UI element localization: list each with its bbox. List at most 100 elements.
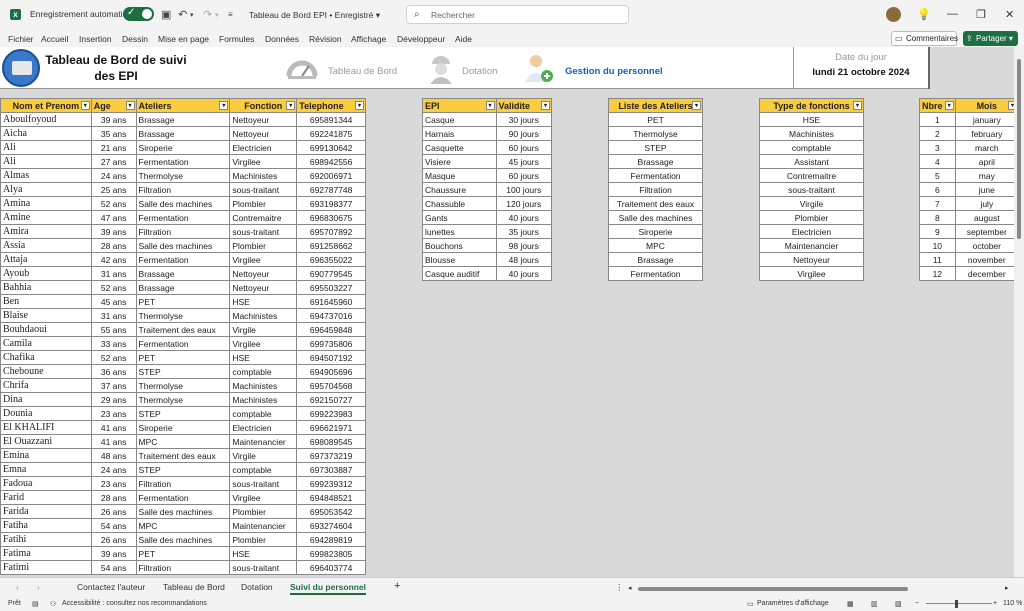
menu-formules[interactable]: Formules <box>219 34 254 44</box>
atelier-cell[interactable]: Traitement des eaux <box>135 448 231 463</box>
atelier-list-cell[interactable]: MPC <box>608 238 703 253</box>
scroll-tabs-left-icon[interactable]: ‹ <box>16 582 19 592</box>
fonction-list-cell[interactable]: Electricien <box>759 224 864 239</box>
name-cell[interactable]: Chrifa <box>0 378 92 393</box>
save-icon[interactable]: ▣ <box>161 8 171 21</box>
atelier-cell[interactable]: Siroperie <box>135 140 231 155</box>
name-cell[interactable]: Fatimi <box>0 560 92 575</box>
epi-cell[interactable]: Harnais <box>422 126 497 141</box>
telephone-cell[interactable]: 697303887 <box>296 462 366 477</box>
name-cell[interactable]: Dounia <box>0 406 92 421</box>
atelier-cell[interactable]: Thermolyse <box>135 308 231 323</box>
zoom-in-icon[interactable]: + <box>993 600 997 607</box>
month-name-cell[interactable]: march <box>954 140 1014 155</box>
atelier-list-cell[interactable]: STEP <box>608 140 703 155</box>
month-number-cell[interactable]: 9 <box>919 224 956 239</box>
epi-cell[interactable]: Chaussure <box>422 182 497 197</box>
age-cell[interactable]: 33 ans <box>90 336 137 351</box>
atelier-cell[interactable]: Salle des machines <box>135 532 231 547</box>
month-name-cell[interactable]: june <box>954 182 1014 197</box>
fonction-cell[interactable]: Electricien <box>229 140 298 155</box>
atelier-cell[interactable]: Traitement des eaux <box>135 322 231 337</box>
atelier-list-cell[interactable]: Fermentation <box>608 168 703 183</box>
atelier-cell[interactable]: Thermolyse <box>135 392 231 407</box>
comments-button[interactable]: ▭ Commentaires <box>891 31 958 46</box>
accessibility-status[interactable]: Accessibilité : consultez nos recommanda… <box>62 600 207 607</box>
validite-cell[interactable]: 40 jours <box>495 266 553 281</box>
telephone-cell[interactable]: 699239312 <box>296 476 366 491</box>
month-number-cell[interactable]: 10 <box>919 238 956 253</box>
fonction-cell[interactable]: Plombier <box>229 504 298 519</box>
name-cell[interactable]: Fatihi <box>0 532 92 547</box>
name-cell[interactable]: Attaja <box>0 252 92 267</box>
undo-icon[interactable]: ↶ <box>178 8 187 21</box>
epi-cell[interactable]: Chassuble <box>422 196 497 211</box>
tab-tableau-de-bord[interactable]: Tableau de Bord <box>163 582 225 592</box>
fonction-list-cell[interactable]: Machinistes <box>759 126 864 141</box>
page-break-view-icon[interactable]: ▧ <box>895 600 902 608</box>
maximize-icon[interactable]: ❐ <box>976 8 986 21</box>
filter-dropdown-icon[interactable]: ▾ <box>125 101 135 110</box>
name-cell[interactable]: Assia <box>0 238 92 253</box>
atelier-list-cell[interactable]: Fermentation <box>608 266 703 281</box>
fonction-cell[interactable]: Virgilee <box>229 490 298 505</box>
zoom-out-icon[interactable]: − <box>915 600 919 607</box>
validite-cell[interactable]: 90 jours <box>495 126 553 141</box>
month-name-cell[interactable]: december <box>954 266 1014 281</box>
age-cell[interactable]: 24 ans <box>90 168 137 183</box>
fonction-cell[interactable]: comptable <box>229 406 298 421</box>
telephone-cell[interactable]: 696355022 <box>296 252 366 267</box>
age-cell[interactable]: 36 ans <box>90 364 137 379</box>
scroll-tabs-right-icon[interactable]: › <box>37 582 40 592</box>
telephone-cell[interactable]: 698942556 <box>296 154 366 169</box>
atelier-cell[interactable]: Thermolyse <box>135 168 231 183</box>
worksheet[interactable]: Tableau de Bord de suivi des EPI Tableau… <box>0 47 1014 577</box>
add-person-icon[interactable] <box>522 52 556 84</box>
add-sheet-icon[interactable]: + <box>394 580 400 592</box>
age-cell[interactable]: 52 ans <box>90 350 137 365</box>
fonction-cell[interactable]: Virgilee <box>229 336 298 351</box>
atelier-list-cell[interactable]: Brassage <box>608 252 703 267</box>
vertical-scrollbar[interactable] <box>1014 47 1024 577</box>
age-cell[interactable]: 26 ans <box>90 532 137 547</box>
menu-mise-en-page[interactable]: Mise en page <box>158 34 209 44</box>
epi-cell[interactable]: Gants <box>422 210 497 225</box>
fonction-cell[interactable]: HSE <box>229 546 298 561</box>
telephone-cell[interactable]: 691645960 <box>296 294 366 309</box>
telephone-cell[interactable]: 696459848 <box>296 322 366 337</box>
name-cell[interactable]: Camila <box>0 336 92 351</box>
age-cell[interactable]: 26 ans <box>90 504 137 519</box>
validite-cell[interactable]: 45 jours <box>495 154 553 169</box>
name-cell[interactable]: Fatima <box>0 546 92 561</box>
customize-toolbar-icon[interactable]: ≡ <box>228 10 233 19</box>
telephone-cell[interactable]: 693198377 <box>296 196 366 211</box>
telephone-cell[interactable]: 699223983 <box>296 406 366 421</box>
age-cell[interactable]: 31 ans <box>90 308 137 323</box>
month-name-cell[interactable]: september <box>954 224 1014 239</box>
atelier-list-cell[interactable]: Traitement des eaux <box>608 196 703 211</box>
name-cell[interactable]: Blaise <box>0 308 92 323</box>
telephone-cell[interactable]: 699130642 <box>296 140 366 155</box>
age-cell[interactable]: 41 ans <box>90 434 137 449</box>
fonction-cell[interactable]: Nettoyeur <box>229 126 298 141</box>
name-cell[interactable]: Farid <box>0 490 92 505</box>
month-name-cell[interactable]: april <box>954 154 1014 169</box>
tab-contactez-l-auteur[interactable]: Contactez l'auteur <box>77 582 145 592</box>
more-options-icon[interactable]: ⋮ <box>615 582 624 593</box>
age-cell[interactable]: 21 ans <box>90 140 137 155</box>
worker-helmet-icon[interactable] <box>424 52 458 84</box>
menu-fichier[interactable]: Fichier <box>8 34 34 44</box>
page-layout-view-icon[interactable]: ▥ <box>871 600 878 608</box>
telephone-cell[interactable]: 695707892 <box>296 224 366 239</box>
nav-gestion-du-personnel[interactable]: Gestion du personnel <box>565 66 663 77</box>
fonction-cell[interactable]: Nettoyeur <box>229 266 298 281</box>
fonction-list-cell[interactable]: sous-traitant <box>759 182 864 197</box>
telephone-cell[interactable]: 695704568 <box>296 378 366 393</box>
month-number-cell[interactable]: 3 <box>919 140 956 155</box>
validite-cell[interactable]: 48 jours <box>495 252 553 267</box>
age-cell[interactable]: 23 ans <box>90 476 137 491</box>
name-cell[interactable]: Cheboune <box>0 364 92 379</box>
atelier-list-cell[interactable]: PET <box>608 112 703 127</box>
fonction-cell[interactable]: HSE <box>229 294 298 309</box>
fonction-cell[interactable]: Machinistes <box>229 308 298 323</box>
